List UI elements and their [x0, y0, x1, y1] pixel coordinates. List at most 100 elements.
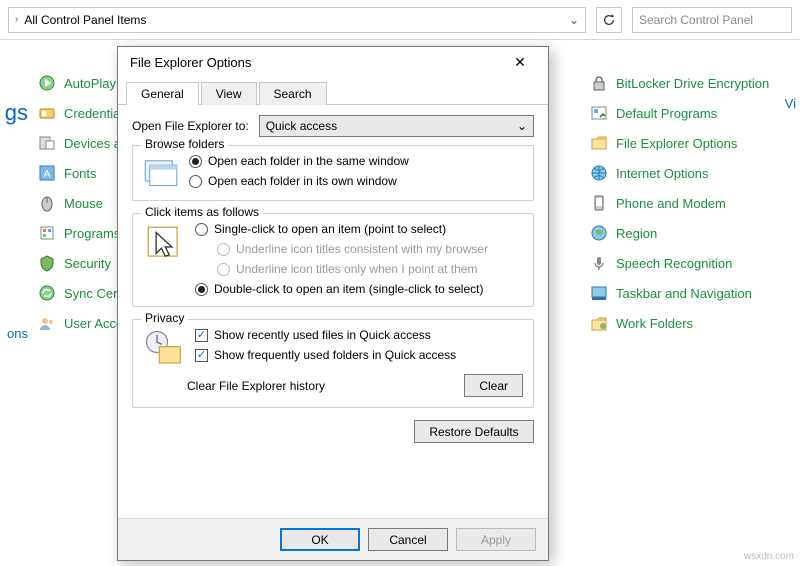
partial-text: gs — [0, 100, 28, 126]
tab-search[interactable]: Search — [259, 82, 327, 105]
radio-icon — [195, 223, 208, 236]
restore-defaults-button[interactable]: Restore Defaults — [414, 420, 534, 443]
item-label: Fonts — [64, 166, 97, 181]
radio-underline-browser: Underline icon titles consistent with my… — [195, 242, 523, 256]
group-click-items: Click items as follows Single-click to o… — [132, 213, 534, 307]
tab-general[interactable]: General — [126, 82, 199, 105]
item-label: User Acco — [64, 316, 123, 331]
open-to-label: Open File Explorer to: — [132, 119, 249, 133]
group-browse-folders: Browse folders Open each folder in the s… — [132, 145, 534, 201]
item-label: Security — [64, 256, 111, 271]
radio-icon — [189, 175, 202, 188]
apply-button: Apply — [456, 528, 536, 551]
default-icon — [590, 104, 608, 122]
security-icon — [38, 254, 56, 272]
control-panel-item[interactable]: Taskbar and Navigation — [590, 278, 800, 308]
control-panel-item[interactable]: BitLocker Drive Encryption — [590, 68, 800, 98]
items-column-2: BitLocker Drive Encryption Default Progra… — [580, 68, 800, 566]
partial-text: ons — [0, 326, 28, 341]
control-panel-item[interactable]: File Explorer Options — [590, 128, 800, 158]
programs-icon — [38, 224, 56, 242]
checkbox-recent-files[interactable]: ✓Show recently used files in Quick acces… — [195, 328, 523, 342]
item-label: Work Folders — [616, 316, 693, 331]
radio-icon — [217, 263, 230, 276]
mouse-icon — [38, 194, 56, 212]
control-panel-item[interactable]: Phone and Modem — [590, 188, 800, 218]
radio-double-click[interactable]: Double-click to open an item (single-cli… — [195, 282, 523, 296]
control-panel-item[interactable]: Internet Options — [590, 158, 800, 188]
phone-icon — [590, 194, 608, 212]
partial-text: Vi — [785, 96, 796, 111]
feoptions-icon — [590, 134, 608, 152]
watermark: wsxdn.com — [744, 551, 794, 562]
taskbar-icon — [590, 284, 608, 302]
control-panel-item[interactable]: Speech Recognition — [590, 248, 800, 278]
search-input[interactable]: Search Control Panel — [632, 7, 792, 33]
clear-button[interactable]: Clear — [464, 374, 523, 397]
radio-icon — [217, 243, 230, 256]
checkbox-icon: ✓ — [195, 349, 208, 362]
speech-icon — [590, 254, 608, 272]
close-button[interactable]: ✕ — [500, 49, 540, 75]
item-label: File Explorer Options — [616, 136, 737, 151]
item-label: Phone and Modem — [616, 196, 726, 211]
file-explorer-options-dialog: File Explorer Options ✕ General View Sea… — [117, 46, 549, 561]
ok-button[interactable]: OK — [280, 528, 360, 551]
chevron-right-icon: › — [15, 14, 18, 25]
left-cut-labels: gs ons — [0, 40, 28, 566]
group-legend: Click items as follows — [141, 205, 263, 219]
item-label: Credential — [64, 106, 123, 121]
radio-icon — [195, 283, 208, 296]
breadcrumb-label: All Control Panel Items — [24, 13, 563, 27]
devices-icon — [38, 134, 56, 152]
item-label: Mouse — [64, 196, 103, 211]
item-label: Sync Cen — [64, 286, 120, 301]
internet-icon — [590, 164, 608, 182]
group-privacy: Privacy ✓Show recently used files in Qui… — [132, 319, 534, 408]
item-label: Default Programs — [616, 106, 717, 121]
open-to-value: Quick access — [266, 119, 337, 133]
item-label: Speech Recognition — [616, 256, 732, 271]
radio-own-window[interactable]: Open each folder in its own window — [189, 174, 523, 188]
group-legend: Privacy — [141, 311, 188, 325]
refresh-button[interactable] — [596, 7, 622, 33]
open-to-combobox[interactable]: Quick access ⌄ — [259, 115, 534, 137]
autoplay-icon — [38, 74, 56, 92]
item-label: Internet Options — [616, 166, 709, 181]
dialog-titlebar: File Explorer Options ✕ — [118, 47, 548, 77]
breadcrumb[interactable]: › All Control Panel Items ⌄ — [8, 7, 586, 33]
checkbox-icon: ✓ — [195, 329, 208, 342]
dialog-footer: OK Cancel Apply — [118, 518, 548, 560]
chevron-down-icon[interactable]: ⌄ — [569, 13, 579, 27]
item-label: Region — [616, 226, 657, 241]
control-panel-item[interactable]: Work Folders — [590, 308, 800, 338]
credential-icon — [38, 104, 56, 122]
folder-window-icon — [143, 154, 179, 190]
radio-single-click[interactable]: Single-click to open an item (point to s… — [195, 222, 523, 236]
region-icon — [590, 224, 608, 242]
chevron-down-icon: ⌄ — [517, 119, 527, 133]
svg-text:A: A — [44, 169, 51, 180]
sync-icon — [38, 284, 56, 302]
user-icon — [38, 314, 56, 332]
dialog-body: Open File Explorer to: Quick access ⌄ Br… — [118, 105, 548, 518]
radio-same-window[interactable]: Open each folder in the same window — [189, 154, 523, 168]
dialog-tabs: General View Search — [118, 81, 548, 105]
item-label: Taskbar and Navigation — [616, 286, 752, 301]
clock-folder-icon — [143, 328, 185, 370]
item-label: Programs — [64, 226, 120, 241]
cancel-button[interactable]: Cancel — [368, 528, 448, 551]
tab-view[interactable]: View — [201, 82, 257, 105]
group-legend: Browse folders — [141, 137, 228, 151]
radio-icon — [189, 155, 202, 168]
bitlocker-icon — [590, 74, 608, 92]
checkbox-frequent-folders[interactable]: ✓Show frequently used folders in Quick a… — [195, 348, 523, 362]
fonts-icon: A — [38, 164, 56, 182]
dialog-title: File Explorer Options — [130, 55, 251, 70]
address-toolbar: › All Control Panel Items ⌄ Search Contr… — [0, 0, 800, 40]
item-label: BitLocker Drive Encryption — [616, 76, 769, 91]
control-panel-item[interactable]: Region — [590, 218, 800, 248]
item-label: AutoPlay — [64, 76, 116, 91]
radio-underline-point: Underline icon titles only when I point … — [195, 262, 523, 276]
control-panel-item[interactable]: Default Programs — [590, 98, 800, 128]
